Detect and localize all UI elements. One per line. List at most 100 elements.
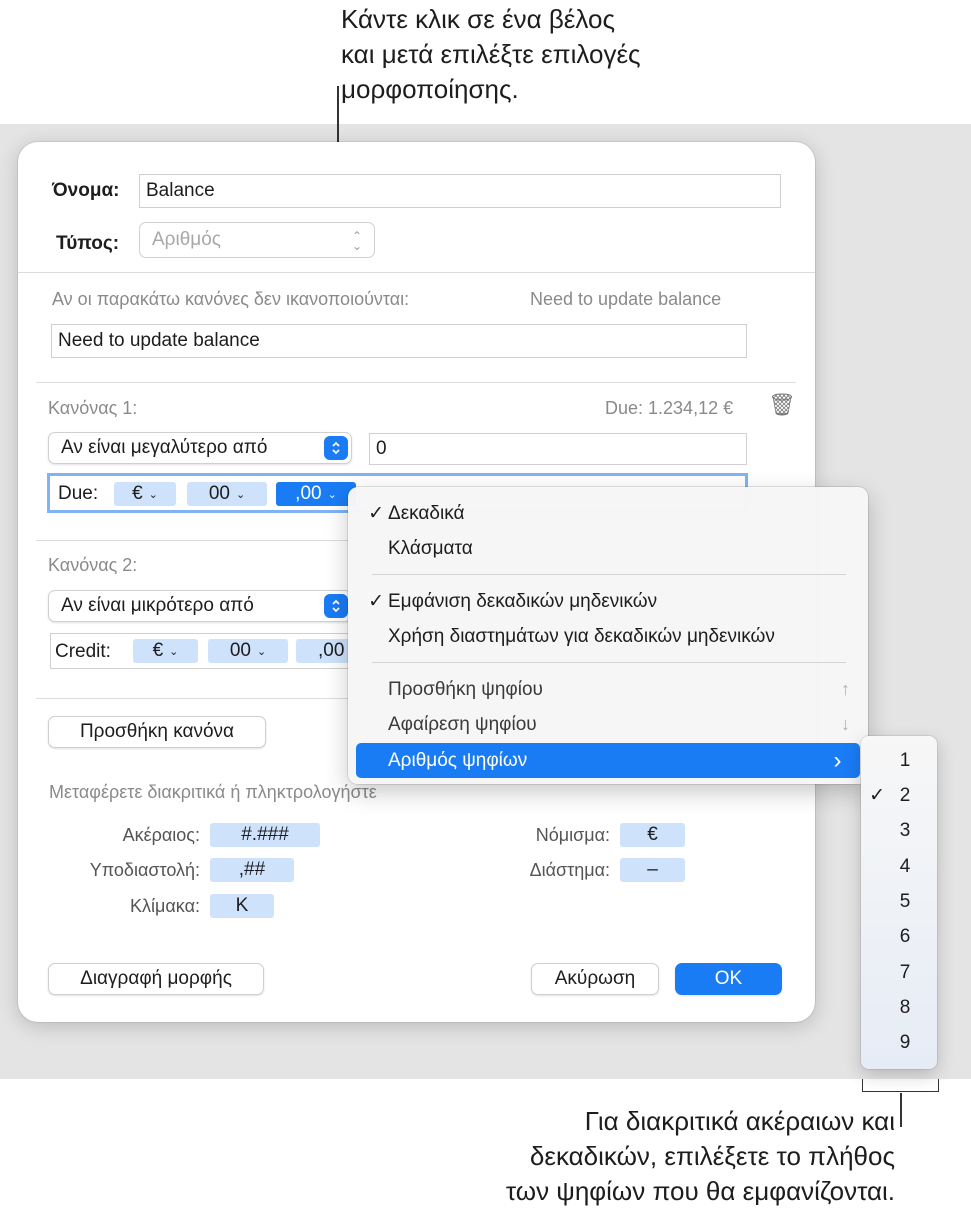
submenu-item-label: 3 [899, 819, 911, 841]
menu-item-label: Εμφάνιση δεκαδικών μηδενικών [388, 590, 658, 612]
name-field[interactable]: Balance [139, 174, 781, 208]
checkmark-icon: ✓ [869, 785, 885, 806]
menu-item-label: Δεκαδικά [388, 502, 465, 524]
callout-leader-line [900, 1093, 902, 1127]
decimal-token[interactable]: ,00 [296, 639, 349, 663]
unmet-preview: Need to update balance [530, 289, 722, 309]
divider [36, 382, 796, 383]
currency-token-label: € [132, 483, 143, 504]
rule1-condition-value: Αν είναι μεγαλύτερο από [61, 437, 268, 458]
integer-token[interactable]: 00 ⌄ [187, 482, 267, 506]
divider [18, 272, 815, 273]
delete-format-button[interactable]: Διαγραφή μορφής [48, 963, 264, 995]
submenu-item[interactable]: 6 [861, 919, 937, 954]
cancel-button[interactable]: Ακύρωση [531, 963, 659, 995]
type-popup-value: Αριθμός [152, 229, 221, 250]
menu-item-label: Αφαίρεση ψηφίου [388, 713, 537, 735]
callout-bracket [862, 1079, 939, 1092]
chevron-right-icon: › [833, 746, 842, 774]
submenu-item[interactable]: ✓ 2 [861, 778, 937, 813]
rule2-format-field[interactable]: Credit: € ⌄ 00 ⌄ ,00 [50, 633, 350, 669]
submenu-item-label: 6 [899, 925, 911, 947]
drag-hint: Μεταφέρετε διακριτικά ή πληκτρολογήστε κ… [49, 782, 379, 802]
submenu-item[interactable]: 3 [861, 813, 937, 848]
unmet-text-field[interactable]: Need to update balance [51, 324, 747, 358]
submenu-item-label: 9 [899, 1031, 911, 1053]
currency-label: Νόμισμα: [535, 825, 610, 845]
chevron-down-icon: ⌄ [148, 488, 158, 501]
submenu-item[interactable]: 4 [861, 849, 937, 884]
chevron-down-icon: ⌄ [327, 488, 337, 501]
name-field-value: Balance [146, 180, 215, 201]
submenu-item[interactable]: 1 [861, 743, 937, 778]
callout-top: Κάντε κλικ σε ένα βέλος και μετά επιλέξτ… [341, 4, 641, 104]
arrow-up-icon: ↑ [841, 679, 850, 699]
checkmark-icon: ✓ [368, 591, 384, 612]
chevron-down-icon: ⌄ [256, 645, 267, 658]
menu-item-fractions[interactable]: Κλάσματα [348, 531, 868, 566]
menu-item-label: Χρήση διαστημάτων για δεκαδικών μηδενικώ… [388, 625, 775, 647]
menu-item-show-trailing-zeros[interactable]: ✓ Εμφάνιση δεκαδικών μηδενικών [348, 584, 868, 619]
currency-token[interactable]: € ⌄ [114, 482, 176, 506]
decimal-palette-token[interactable]: ,## [210, 858, 294, 882]
submenu-item[interactable]: 8 [861, 990, 937, 1025]
rule1-value-field[interactable]: 0 [369, 433, 747, 465]
checkmark-icon: ✓ [368, 503, 384, 524]
menu-separator [372, 574, 846, 575]
space-palette-token[interactable]: – [620, 858, 685, 882]
decimal-token[interactable]: ,00 ⌄ [276, 482, 356, 506]
rule1-condition-popup[interactable]: Αν είναι μεγαλύτερο από [48, 432, 352, 464]
ok-button[interactable]: OK [675, 963, 782, 995]
menu-item-remove-digit[interactable]: Αφαίρεση ψηφίου ↓ [348, 707, 868, 742]
rule2-condition-value: Αν είναι μικρότερο από [61, 595, 254, 616]
menu-item-label: Προσθήκη ψηφίου [388, 678, 543, 700]
unmet-text-value: Need to update balance [58, 330, 260, 351]
updown-chevron-icon [324, 436, 348, 460]
rule1-title: Κανόνας 1: [48, 398, 138, 418]
menu-item-label: Κλάσματα [388, 537, 473, 559]
arrow-down-icon: ↓ [841, 714, 850, 734]
menu-item-use-spaces[interactable]: Χρήση διαστημάτων για δεκαδικών μηδενικώ… [348, 619, 868, 654]
submenu-item[interactable]: 5 [861, 884, 937, 919]
submenu-item[interactable]: 7 [861, 955, 937, 990]
submenu-item-label: 1 [899, 749, 911, 771]
submenu-item[interactable]: 9 [861, 1025, 937, 1060]
menu-item-label: Αριθμός ψηφίων [388, 749, 528, 771]
rule2-title: Κανόνας 2: [48, 555, 138, 575]
integer-token[interactable]: 00 ⌄ [208, 639, 288, 663]
rule1-value: 0 [376, 438, 387, 459]
add-rule-button[interactable]: Προσθήκη κανόνα [48, 716, 266, 748]
submenu-item-label: 8 [899, 996, 911, 1018]
divider [36, 698, 366, 699]
integer-token-label: 00 [208, 483, 230, 504]
rule2-prefix: Credit: [55, 641, 111, 662]
callout-bottom: Για διακριτικά ακέραιων και δεκαδικών, ε… [505, 1106, 895, 1206]
digits-submenu: 1 ✓ 2 3 4 5 6 7 8 9 [861, 736, 937, 1069]
scale-palette-token[interactable]: K [210, 894, 274, 918]
chevron-down-icon: ⌄ [235, 488, 246, 501]
rule1-preview: Due: 1.234,12 € [605, 398, 734, 418]
decimal-label: Υποδιαστολή: [89, 860, 200, 880]
trash-icon[interactable]: 🗑 [768, 392, 796, 418]
decimal-format-menu: ✓ Δεκαδικά Κλάσματα ✓ Εμφάνιση δεκαδικών… [348, 487, 868, 784]
integer-palette-token[interactable]: #.### [210, 823, 320, 847]
unmet-rules-label: Αν οι παρακάτω κανόνες δεν ικανοποιούντα… [52, 289, 410, 309]
menu-item-number-of-digits[interactable]: Αριθμός ψηφίων › [356, 743, 860, 778]
menu-item-decimals[interactable]: ✓ Δεκαδικά [348, 496, 868, 531]
name-label: Όνομα: [52, 180, 120, 201]
menu-separator [372, 662, 846, 663]
decimal-token-label: ,00 [318, 640, 345, 661]
rule2-condition-popup[interactable]: Αν είναι μικρότερο από [48, 590, 352, 622]
submenu-item-label: 2 [899, 784, 911, 806]
currency-palette-token[interactable]: € [620, 823, 685, 847]
submenu-item-label: 4 [899, 855, 911, 877]
type-label: Τύπος: [56, 233, 120, 254]
updown-chevron-icon: ⌃ ⌄ [351, 229, 363, 253]
rule1-prefix: Due: [58, 483, 99, 504]
space-label: Διάστημα: [529, 860, 610, 880]
menu-item-add-digit[interactable]: Προσθήκη ψηφίου ↑ [348, 672, 868, 707]
currency-token-label: € [152, 640, 164, 661]
currency-token[interactable]: € ⌄ [133, 639, 198, 663]
type-popup[interactable]: Αριθμός ⌃ ⌄ [139, 222, 375, 258]
chevron-down-icon: ⌄ [169, 645, 179, 658]
